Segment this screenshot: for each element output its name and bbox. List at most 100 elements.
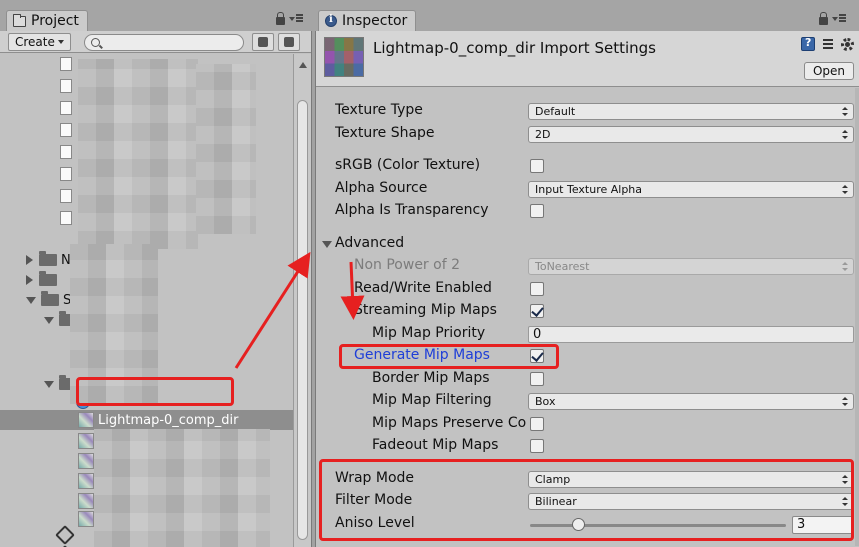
filter-by-label-button[interactable] xyxy=(278,33,300,51)
srgb-checkbox[interactable] xyxy=(530,159,544,173)
redaction-mask xyxy=(78,59,198,249)
unity-scene-icon xyxy=(55,525,75,545)
tab-project-label: Project xyxy=(31,13,79,29)
non-power-of-2-value: ToNearest xyxy=(535,260,590,273)
redaction-mask xyxy=(70,244,158,404)
chevron-down-icon xyxy=(57,40,64,44)
foldout-arrow-icon[interactable] xyxy=(26,255,33,265)
create-button[interactable]: Create xyxy=(8,33,71,51)
alpha-transparency-label: Alpha Is Transparency xyxy=(335,202,489,218)
foldout-arrow-icon[interactable] xyxy=(44,380,54,388)
aniso-level-field[interactable]: 3 xyxy=(792,516,854,534)
selected-list-item[interactable]: Lightmap-0_comp_dir xyxy=(0,410,293,430)
file-icon xyxy=(60,101,72,115)
scroll-up-arrow-icon[interactable] xyxy=(299,62,307,68)
file-icon xyxy=(60,145,72,159)
inspector-tabstrip: Inspector xyxy=(314,0,859,31)
fadeout-mip-checkbox[interactable] xyxy=(530,439,544,453)
texture-type-value: Default xyxy=(535,105,576,118)
texture-thumbnail-icon xyxy=(78,412,94,428)
filter-by-type-button[interactable] xyxy=(252,33,274,51)
alpha-source-dropdown[interactable]: Input Texture Alpha xyxy=(528,181,854,198)
border-mip-row: Border Mip Maps xyxy=(316,369,859,389)
filter-icon xyxy=(258,37,268,47)
mip-preserve-checkbox[interactable] xyxy=(530,417,544,431)
project-scrollbar[interactable] xyxy=(293,54,311,547)
redaction-mask xyxy=(196,64,256,234)
info-icon xyxy=(325,14,337,27)
texture-type-dropdown[interactable]: Default xyxy=(528,103,854,120)
mip-priority-row: Mip Map Priority 0 xyxy=(316,324,859,344)
inspector-panel: Lightmap-0_comp_dir Import Settings Open… xyxy=(315,31,859,547)
border-mip-label: Border Mip Maps xyxy=(372,370,490,386)
file-icon xyxy=(60,57,72,71)
texture-shape-value: 2D xyxy=(535,128,551,141)
srgb-label: sRGB (Color Texture) xyxy=(335,157,481,173)
texture-shape-dropdown[interactable]: 2D xyxy=(528,126,854,143)
mip-preserve-row: Mip Maps Preserve Co xyxy=(316,414,859,434)
filter-mode-value: Bilinear xyxy=(535,495,577,508)
filter-mode-dropdown[interactable]: Bilinear xyxy=(528,493,854,510)
foldout-arrow-icon[interactable] xyxy=(322,241,332,248)
gear-icon[interactable] xyxy=(841,37,854,51)
help-icon[interactable] xyxy=(801,36,815,51)
file-icon xyxy=(60,123,72,137)
texture-type-label: Texture Type xyxy=(335,102,423,118)
dropdown-arrows-icon xyxy=(842,262,848,271)
folder-icon xyxy=(39,251,57,266)
aniso-level-row: Aniso Level 3 xyxy=(316,514,859,534)
scrollbar-thumb[interactable] xyxy=(297,100,308,540)
streaming-mip-checkbox[interactable] xyxy=(530,304,544,318)
wrap-mode-dropdown[interactable]: Clamp xyxy=(528,471,854,488)
foldout-arrow-icon[interactable] xyxy=(44,316,54,324)
mip-filtering-label: Mip Map Filtering xyxy=(372,392,492,408)
preset-icon[interactable] xyxy=(821,37,835,51)
lock-icon[interactable] xyxy=(276,12,285,25)
search-input[interactable] xyxy=(84,34,244,51)
panel-menu-icon[interactable] xyxy=(832,14,846,24)
project-toolbar: Create xyxy=(0,31,311,53)
aniso-level-slider-thumb[interactable] xyxy=(572,518,585,531)
texture-shape-label: Texture Shape xyxy=(335,125,435,141)
project-tabstrip: Project xyxy=(0,0,314,31)
texture-preview-thumbnail xyxy=(324,37,364,77)
texture-type-row: Texture Type Default xyxy=(316,101,859,121)
mip-filtering-row: Mip Map Filtering Box xyxy=(316,391,859,411)
fadeout-mip-row: Fadeout Mip Maps xyxy=(316,436,859,456)
fadeout-mip-label: Fadeout Mip Maps xyxy=(372,437,499,453)
wrap-mode-label: Wrap Mode xyxy=(335,470,415,486)
aniso-level-slider-track[interactable] xyxy=(530,524,786,527)
inspector-scrollbar[interactable] xyxy=(855,88,859,546)
read-write-checkbox[interactable] xyxy=(530,282,544,296)
filter-mode-label: Filter Mode xyxy=(335,492,413,508)
mip-priority-field[interactable]: 0 xyxy=(528,326,854,343)
open-button[interactable]: Open xyxy=(803,62,854,80)
dropdown-arrows-icon xyxy=(842,185,848,194)
mip-filtering-dropdown[interactable]: Box xyxy=(528,393,854,410)
alpha-source-row: Alpha Source Input Texture Alpha xyxy=(316,179,859,199)
project-tab-tools xyxy=(276,12,303,25)
dropdown-arrows-icon xyxy=(842,397,848,406)
filter-mode-row: Filter Mode Bilinear xyxy=(316,491,859,511)
alpha-transparency-checkbox[interactable] xyxy=(530,204,544,218)
foldout-arrow-icon[interactable] xyxy=(26,275,33,285)
advanced-foldout[interactable]: Advanced xyxy=(316,234,859,254)
project-panel: Create N S Lightmap-0_comp_dir xyxy=(0,31,312,547)
texture-thumbnail-icon xyxy=(78,473,94,489)
dropdown-arrows-icon xyxy=(842,107,848,116)
tab-inspector[interactable]: Inspector xyxy=(318,10,417,31)
generate-mip-label: Generate Mip Maps xyxy=(354,347,490,363)
border-mip-checkbox[interactable] xyxy=(530,372,544,386)
texture-thumbnail-icon xyxy=(78,433,94,449)
folder-icon xyxy=(13,13,26,27)
lock-icon[interactable] xyxy=(819,12,828,25)
generate-mip-checkbox[interactable] xyxy=(530,349,544,363)
wrap-mode-value: Clamp xyxy=(535,473,571,486)
foldout-arrow-icon[interactable] xyxy=(26,296,36,304)
srgb-row: sRGB (Color Texture) xyxy=(316,156,859,176)
create-button-label: Create xyxy=(15,35,55,49)
tab-project[interactable]: Project xyxy=(6,10,88,31)
panel-menu-icon[interactable] xyxy=(289,14,303,24)
folder-icon xyxy=(41,291,59,306)
inspector-tab-tools xyxy=(819,12,846,25)
